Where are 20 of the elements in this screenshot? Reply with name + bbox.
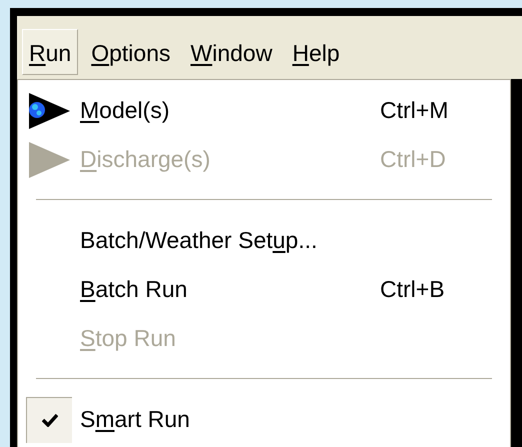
menu-item-label: Batch Run	[80, 275, 188, 304]
checkmark-icon	[42, 413, 58, 427]
menu-bar-item[interactable]: Options	[84, 28, 178, 74]
menu-item[interactable]: Model(s) Ctrl+M	[18, 86, 510, 135]
menu-item-label: Model(s)	[80, 96, 170, 126]
menu-item[interactable]: Batch/Weather Setup...	[18, 216, 510, 265]
menu-item-label: Stop Run	[80, 324, 177, 354]
menu-item-label: Discharge(s)	[80, 145, 212, 174]
menu-item-label: Smart Run	[80, 405, 191, 434]
menu-item-label: Batch/Weather Setup...	[80, 226, 318, 256]
menu-item[interactable]: Smart Run	[18, 395, 510, 444]
shortcut-label: Ctrl+B	[380, 275, 445, 304]
play-globe-icon	[26, 92, 72, 128]
menu-bar-item[interactable]: Help	[285, 28, 347, 74]
shortcut-label: Ctrl+M	[380, 96, 448, 126]
menu-item[interactable]: Batch Run Ctrl+B	[18, 265, 510, 314]
play-icon	[26, 142, 72, 178]
menu-bar-item[interactable]: Run	[22, 28, 78, 74]
shortcut-label: Ctrl+D	[380, 145, 446, 174]
menu-bar-item[interactable]: Window	[183, 28, 280, 74]
